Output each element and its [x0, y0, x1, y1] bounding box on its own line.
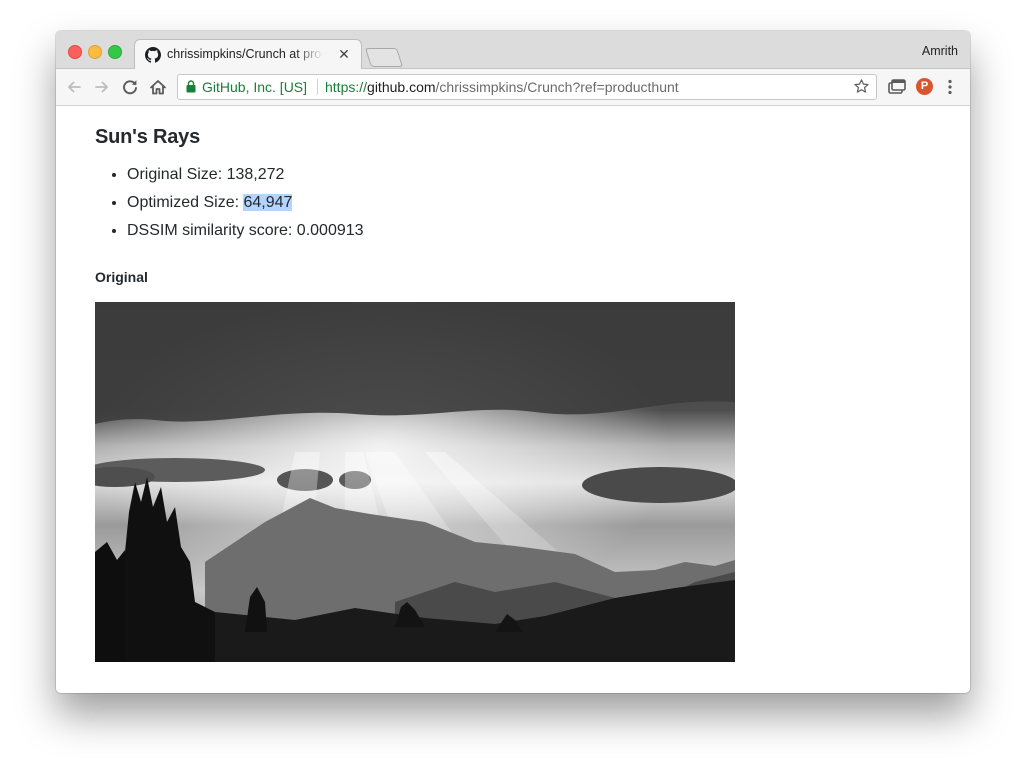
new-tab-button[interactable]: [364, 48, 404, 67]
tab-title: chrissimpkins/Crunch at product hunt: [167, 47, 323, 61]
bookmark-star-icon[interactable]: [853, 78, 870, 95]
back-arrow-icon[interactable]: [64, 77, 84, 97]
stat-label: DSSIM similarity score:: [127, 222, 297, 239]
stats-list: Original Size: 138,272 Optimized Size: 6…: [95, 164, 364, 248]
url-text[interactable]: https://github.com/chrissimpkins/Crunch?…: [325, 79, 679, 95]
tab-strip: chrissimpkins/Crunch at product hunt ✕ A…: [56, 31, 970, 70]
url-host: github.com: [367, 79, 436, 95]
list-item: Original Size: 138,272: [127, 164, 364, 192]
close-tab-icon[interactable]: ✕: [337, 46, 351, 62]
section-heading: Sun's Rays: [95, 126, 201, 148]
tab-active[interactable]: chrissimpkins/Crunch at product hunt ✕: [134, 39, 362, 70]
profile-name[interactable]: Amrith: [922, 44, 958, 58]
minimize-window-button[interactable]: [88, 45, 102, 59]
lock-icon[interactable]: [186, 80, 196, 93]
image-caption: Original: [95, 269, 148, 285]
stat-label: Optimized Size:: [127, 194, 244, 211]
close-window-button[interactable]: [68, 45, 82, 59]
reload-icon[interactable]: [120, 77, 140, 97]
product-hunt-extension-icon[interactable]: P: [916, 78, 933, 95]
selected-stat-value[interactable]: 64,947: [243, 194, 293, 211]
list-item: DSSIM similarity score: 0.000913: [127, 220, 364, 248]
home-icon[interactable]: [148, 77, 168, 97]
url-scheme: https://: [325, 79, 368, 95]
tab-manager-extension-icon[interactable]: [888, 79, 906, 95]
address-bar[interactable]: GitHub, Inc. [US] https://github.com/chr…: [177, 74, 877, 100]
browser-window: chrissimpkins/Crunch at product hunt ✕ A…: [56, 31, 970, 693]
site-identity[interactable]: GitHub, Inc. [US]: [202, 79, 307, 95]
kebab-menu-icon[interactable]: [948, 79, 952, 95]
stat-value: 138,272: [226, 166, 285, 183]
forward-arrow-icon[interactable]: [92, 77, 112, 97]
stat-value: 0.000913: [296, 222, 364, 239]
url-path: /chrissimpkins/Crunch?ref=producthunt: [435, 79, 679, 95]
omnibox-divider: [317, 79, 318, 95]
browser-toolbar: GitHub, Inc. [US] https://github.com/chr…: [56, 69, 970, 106]
zoom-window-button[interactable]: [108, 45, 122, 59]
stat-label: Original Size:: [127, 166, 227, 183]
github-icon: [145, 47, 161, 63]
page-content: Sun's Rays Original Size: 138,272 Optimi…: [56, 106, 970, 693]
landscape-photo: [95, 302, 735, 662]
list-item: Optimized Size: 64,947: [127, 192, 364, 220]
